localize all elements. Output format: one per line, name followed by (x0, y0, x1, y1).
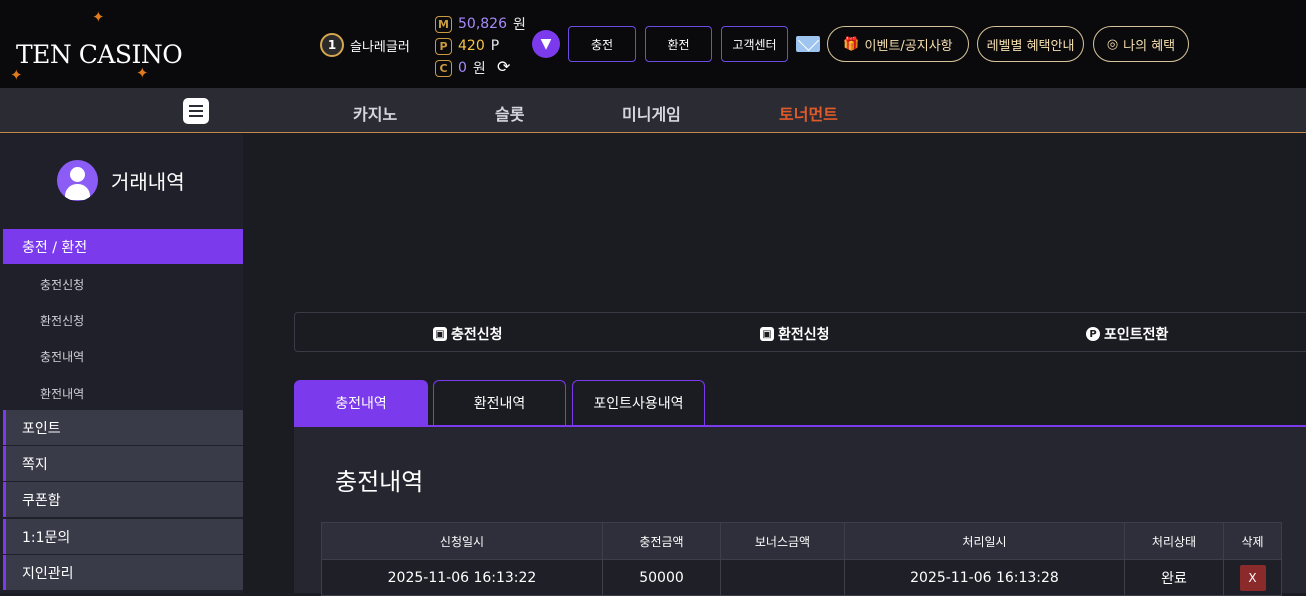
events-button[interactable]: 🎁 이벤트/공지사항 (827, 26, 969, 62)
tab-deposit-history[interactable]: 충전내역 (294, 380, 428, 425)
maple-leaf-icon: ✦ (92, 8, 105, 26)
level-badge: 1 (320, 33, 344, 57)
top-header: ✦ ✦ ✦ TEN CASINO 1 슬나레글러 M 50,826 원 P 42… (0, 0, 1306, 88)
money-value: 50,826 (458, 16, 507, 32)
delete-button[interactable]: X (1239, 564, 1266, 591)
column-header: 충전금액 (602, 522, 721, 560)
cash-icon: ▣ (433, 327, 447, 341)
points-icon: P (1086, 327, 1100, 341)
site-logo[interactable]: ✦ ✦ ✦ TEN CASINO (4, 8, 184, 84)
events-label: 이벤트/공지사항 (864, 38, 953, 54)
logo-text: TEN CASINO (16, 40, 183, 69)
main-nav: 카지노 슬롯 미니게임 토너먼트 (0, 88, 1306, 133)
nav-tournament[interactable]: 토너먼트 (779, 101, 838, 125)
withdraw-button[interactable]: 환전 (645, 26, 712, 62)
nav-minigame[interactable]: 미니게임 (622, 101, 681, 125)
point-balance: P 420 P (435, 35, 530, 57)
sidebar-sub-deposit-history[interactable]: 충전내역 (40, 348, 84, 365)
support-button[interactable]: 고객센터 (721, 26, 788, 62)
deposit-request-label: 충전신청 (451, 327, 503, 343)
points-icon: P (435, 37, 452, 55)
my-benefits-button[interactable]: ◎ 나의 혜택 (1093, 26, 1189, 62)
point-convert-link[interactable]: P 포인트전환 (1086, 324, 1168, 344)
username: 슬나레글러 (350, 39, 410, 55)
nav-casino[interactable]: 카지노 (353, 101, 397, 125)
cash-icon: ▣ (760, 327, 774, 341)
tab-point-history[interactable]: 포인트사용내역 (572, 380, 705, 425)
column-header: 처리상태 (1124, 522, 1224, 560)
table-header-row: 신청일시 충전금액 보너스금액 처리일시 처리상태 삭제 (321, 522, 1282, 560)
withdraw-request-label: 환전신청 (778, 327, 830, 343)
point-convert-label: 포인트전환 (1104, 327, 1169, 343)
chevron-down-icon[interactable]: ▼ (532, 30, 560, 58)
mail-icon[interactable] (796, 36, 820, 52)
panel-title: 충전내역 (335, 468, 424, 496)
user-icon (57, 160, 98, 201)
amount-cell: 50000 (602, 559, 721, 596)
money-icon: M (435, 15, 452, 33)
point-value: 420 (458, 38, 485, 54)
gift-icon: 🎁 (843, 36, 860, 52)
delete-cell: X (1223, 559, 1282, 596)
sidebar-sub-deposit-request[interactable]: 충전신청 (40, 276, 84, 293)
wallet-balances: M 50,826 원 P 420 P C 0 원 (435, 13, 530, 79)
column-header: 삭제 (1223, 522, 1282, 560)
table-row: 2025-11-06 16:13:22 50000 2025-11-06 16:… (321, 559, 1282, 596)
sidebar-item-inquiry[interactable]: 1:1문의 (3, 519, 243, 554)
coupon-unit: 원 (472, 61, 486, 77)
level-benefits-label: 레벨별 혜택안내 (986, 38, 1075, 54)
sidebar-item-point[interactable]: 포인트 (3, 410, 243, 445)
status-cell: 완료 (1124, 559, 1224, 596)
tab-withdraw-history[interactable]: 환전내역 (433, 380, 566, 425)
sidebar-item-message[interactable]: 쪽지 (3, 446, 243, 481)
deposit-request-link[interactable]: ▣ 충전신청 (433, 324, 503, 344)
sidebar-item-charge-exchange[interactable]: 충전 / 환전 (3, 229, 243, 264)
sidebar-item-friends[interactable]: 지인관리 (3, 555, 243, 590)
point-unit: P (490, 38, 500, 54)
history-panel: 충전내역 신청일시 충전금액 보너스금액 처리일시 처리상태 삭제 2025-1… (294, 425, 1306, 596)
target-icon: ◎ (1106, 36, 1119, 52)
coupon-icon: C (435, 59, 452, 77)
bonus-cell (720, 559, 845, 596)
refresh-icon[interactable]: ⟳ (497, 57, 510, 76)
sidebar-sub-withdraw-request[interactable]: 환전신청 (40, 312, 84, 329)
money-unit: 원 (513, 17, 526, 33)
nav-slot[interactable]: 슬롯 (495, 101, 524, 125)
column-header: 보너스금액 (720, 522, 845, 560)
coupon-balance: C 0 원 (435, 57, 530, 79)
main-content: ▣ 충전신청 ▣ 환전신청 P 포인트전환 충전내역 환전내역 포인트사용내역 … (243, 134, 1306, 596)
column-header: 처리일시 (844, 522, 1125, 560)
withdraw-request-link[interactable]: ▣ 환전신청 (760, 324, 830, 344)
user-level: 1 슬나레글러 (320, 33, 410, 57)
sidebar-sub-withdraw-history[interactable]: 환전내역 (40, 385, 84, 402)
column-header: 신청일시 (321, 522, 603, 560)
level-benefits-button[interactable]: 레벨별 혜택안내 (977, 26, 1084, 62)
money-balance: M 50,826 원 (435, 13, 530, 35)
sidebar-item-coupon[interactable]: 쿠폰함 (3, 482, 243, 517)
sidebar: 거래내역 충전 / 환전 충전신청 환전신청 충전내역 환전내역 포인트 쪽지 … (0, 134, 243, 593)
coupon-value: 0 (458, 60, 467, 76)
deposit-history-table: 신청일시 충전금액 보너스금액 처리일시 처리상태 삭제 2025-11-06 … (321, 522, 1282, 596)
menu-icon[interactable] (183, 98, 209, 124)
my-benefits-label: 나의 혜택 (1123, 38, 1176, 54)
sidebar-profile: 거래내역 (57, 160, 185, 201)
quick-actions-bar: ▣ 충전신청 ▣ 환전신청 P 포인트전환 (294, 312, 1306, 352)
processed-time-cell: 2025-11-06 16:13:28 (844, 559, 1125, 596)
sidebar-title: 거래내역 (111, 170, 185, 194)
deposit-button[interactable]: 충전 (568, 26, 636, 62)
request-time-cell: 2025-11-06 16:13:22 (321, 559, 603, 596)
